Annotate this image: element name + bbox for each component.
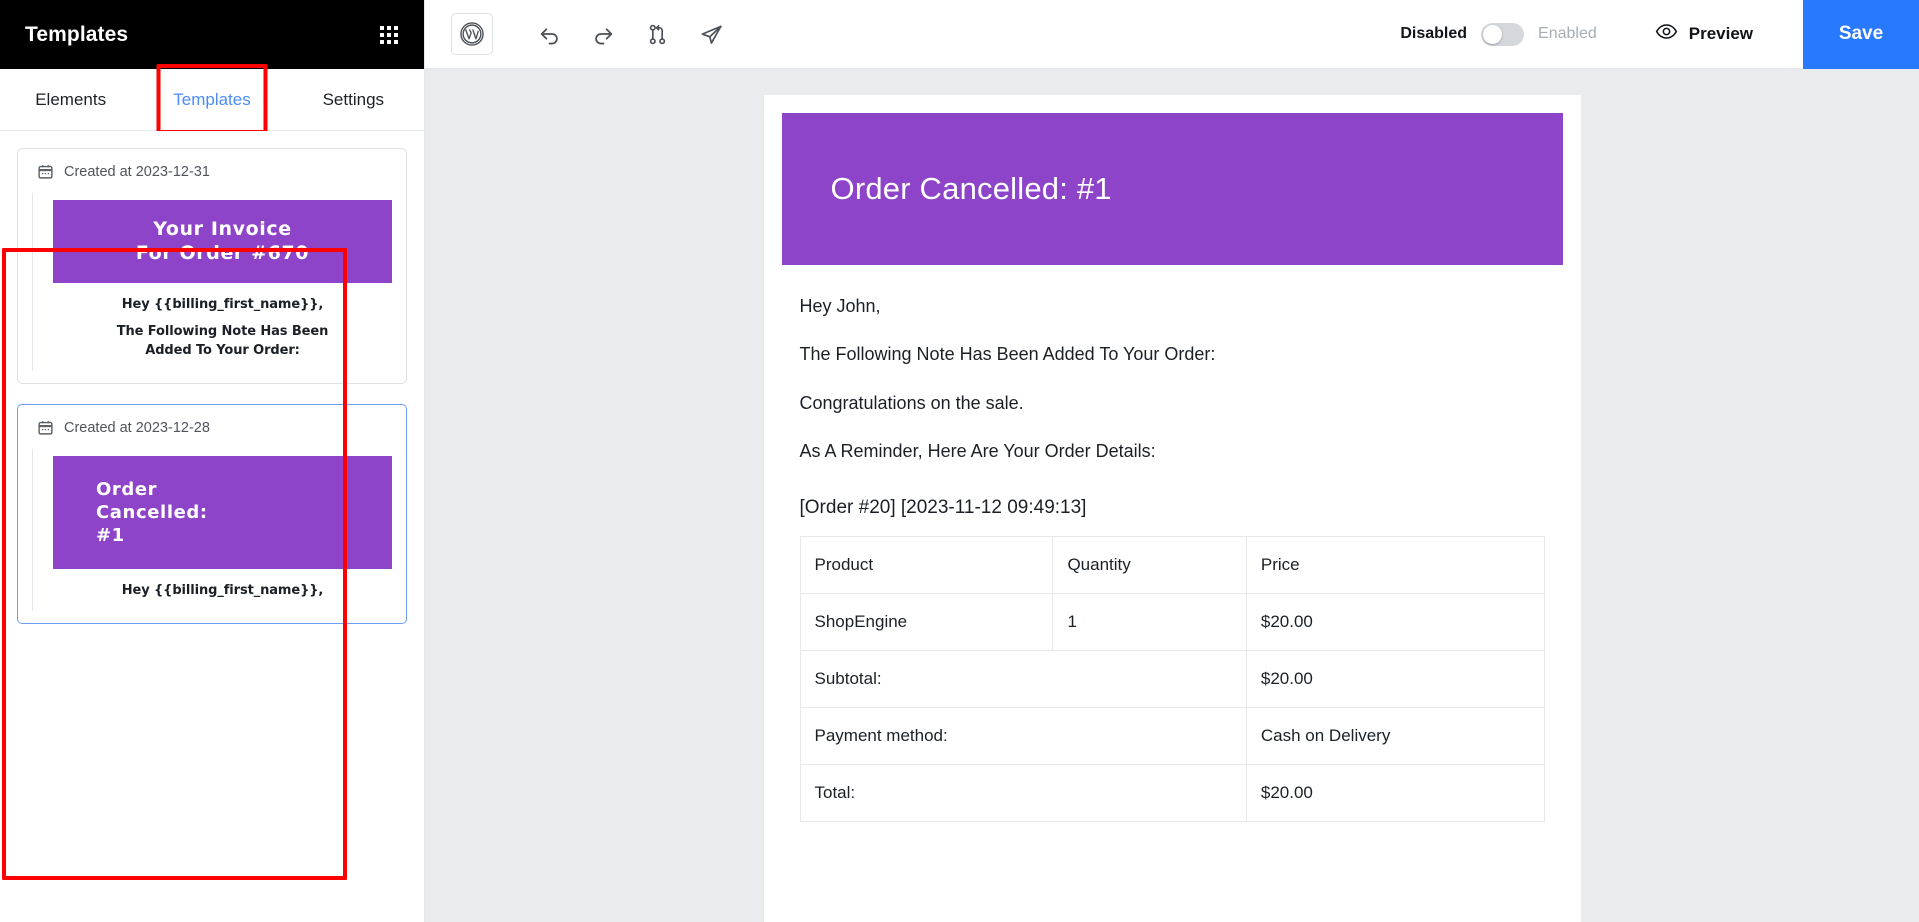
email-banner-title: Order Cancelled: #1 [830, 171, 1112, 206]
toggle-knob [1483, 24, 1503, 44]
table-header-quantity: Quantity [1052, 535, 1247, 594]
template-body-line-1: Hey {{billing_first_name}}, [121, 583, 324, 599]
template-body-line-2a: The Following Note Has Been [116, 324, 329, 340]
template-thumbnail: Order Cancelled: #1 Hey {{billing_first_… [32, 449, 392, 612]
templates-list[interactable]: Created at 2023-12-31 Your Invoice For O… [0, 131, 424, 922]
tab-settings[interactable]: Settings [283, 69, 424, 130]
email-header-banner: Order Cancelled: #1 [781, 113, 1563, 265]
template-meta: Created at 2023-12-28 [32, 419, 392, 436]
template-body-line-1: Hey {{billing_first_name}}, [121, 296, 324, 312]
send-paper-plane-icon[interactable] [689, 12, 733, 56]
templates-sidebar: Templates Elements Templates Settings Cr… [0, 0, 425, 922]
save-button[interactable]: Save [1803, 0, 1919, 69]
table-cell-payment-label: Payment method: [799, 706, 1247, 765]
email-paragraph: Congratulations on the sale. [799, 392, 1024, 413]
order-details-table: Product Quantity Price ShopEngine 1 $20.… [799, 535, 1545, 822]
app-root: Templates Elements Templates Settings Cr… [0, 0, 1919, 922]
sidebar-tabs: Elements Templates Settings [0, 69, 424, 131]
preview-button[interactable]: Preview [1655, 20, 1753, 48]
template-meta: Created at 2023-12-31 [32, 163, 392, 180]
table-header-price: Price [1245, 535, 1545, 594]
template-banner-line-2: For Order #670 [135, 242, 310, 265]
template-banner-line-2: Cancelled: [96, 502, 208, 524]
table-row: ShopEngine 1 $20.00 [799, 592, 1545, 651]
calendar-icon [37, 163, 54, 180]
template-card[interactable]: Created at 2023-12-28 Order Cancelled: #… [17, 404, 407, 625]
tab-templates[interactable]: Templates [141, 69, 282, 130]
revision-history-icon[interactable] [635, 12, 679, 56]
order-table-head: Product Quantity Price [799, 535, 1545, 594]
template-card[interactable]: Created at 2023-12-31 Your Invoice For O… [17, 148, 407, 385]
enable-toggle-group: Disabled Enabled [1400, 22, 1597, 46]
eye-icon [1655, 20, 1678, 48]
toggle-enabled-label: Enabled [1538, 25, 1597, 42]
table-cell-price: $20.00 [1245, 592, 1545, 651]
calendar-icon [37, 419, 54, 436]
table-cell-subtotal-value: $20.00 [1245, 649, 1545, 708]
email-paragraph: Hey John, [799, 296, 881, 316]
email-preview-canvas[interactable]: Order Cancelled: #1 Hey John, The Follow… [425, 69, 1919, 922]
template-banner: Your Invoice For Order #670 [53, 200, 392, 283]
sidebar-header: Templates [0, 0, 424, 69]
email-body: Hey John, The Following Note Has Been Ad… [782, 265, 1563, 822]
toolbar-icon-group [527, 12, 733, 56]
template-thumbnail: Your Invoice For Order #670 Hey {{billin… [32, 193, 392, 372]
redo-arrow-icon[interactable] [581, 12, 625, 56]
template-created-date: Created at 2023-12-31 [64, 163, 210, 180]
table-cell-quantity: 1 [1052, 592, 1247, 651]
template-body-line-2b: Added To Your Order: [145, 343, 300, 359]
editor-area: Disabled Enabled Preview Save Order Canc… [425, 0, 1919, 922]
editor-toolbar: Disabled Enabled Preview Save [425, 0, 1919, 69]
preview-label: Preview [1688, 24, 1753, 43]
undo-arrow-icon[interactable] [527, 12, 571, 56]
table-row: Subtotal: $20.00 [799, 649, 1545, 708]
toolbar-right-group: Disabled Enabled Preview Save [1400, 0, 1919, 69]
table-cell-total-value: $20.00 [1245, 763, 1545, 822]
enable-toggle[interactable] [1481, 22, 1525, 46]
template-banner: Order Cancelled: #1 [53, 456, 392, 570]
table-cell-total-label: Total: [799, 763, 1247, 822]
template-banner-line-3: #1 [96, 525, 125, 547]
table-cell-payment-value: Cash on Delivery [1245, 706, 1545, 765]
table-row: Payment method: Cash on Delivery [799, 706, 1545, 765]
table-cell-subtotal-label: Subtotal: [799, 649, 1247, 708]
template-banner-line-1: Your Invoice [153, 218, 292, 240]
order-table-body: ShopEngine 1 $20.00 Subtotal: $20.00 Pay… [799, 592, 1545, 822]
wordpress-logo-icon[interactable] [451, 13, 493, 55]
table-header-row: Product Quantity Price [799, 535, 1545, 594]
email-order-line: [Order #20] [2023-11-12 09:49:13] [799, 496, 1087, 518]
page-title: Templates [25, 22, 129, 46]
template-banner-line-1: Order [96, 479, 158, 501]
tab-elements[interactable]: Elements [0, 69, 141, 130]
table-row: Total: $20.00 [799, 763, 1545, 822]
apps-grid-icon[interactable] [380, 25, 398, 44]
toggle-disabled-label: Disabled [1400, 25, 1468, 42]
table-cell-product: ShopEngine [799, 592, 1054, 651]
email-sheet: Order Cancelled: #1 Hey John, The Follow… [763, 95, 1581, 922]
email-paragraph: As A Reminder, Here Are Your Order Detai… [799, 441, 1156, 462]
template-created-date: Created at 2023-12-28 [64, 419, 210, 436]
table-header-product: Product [799, 535, 1054, 594]
email-paragraph: The Following Note Has Been Added To You… [799, 344, 1216, 365]
